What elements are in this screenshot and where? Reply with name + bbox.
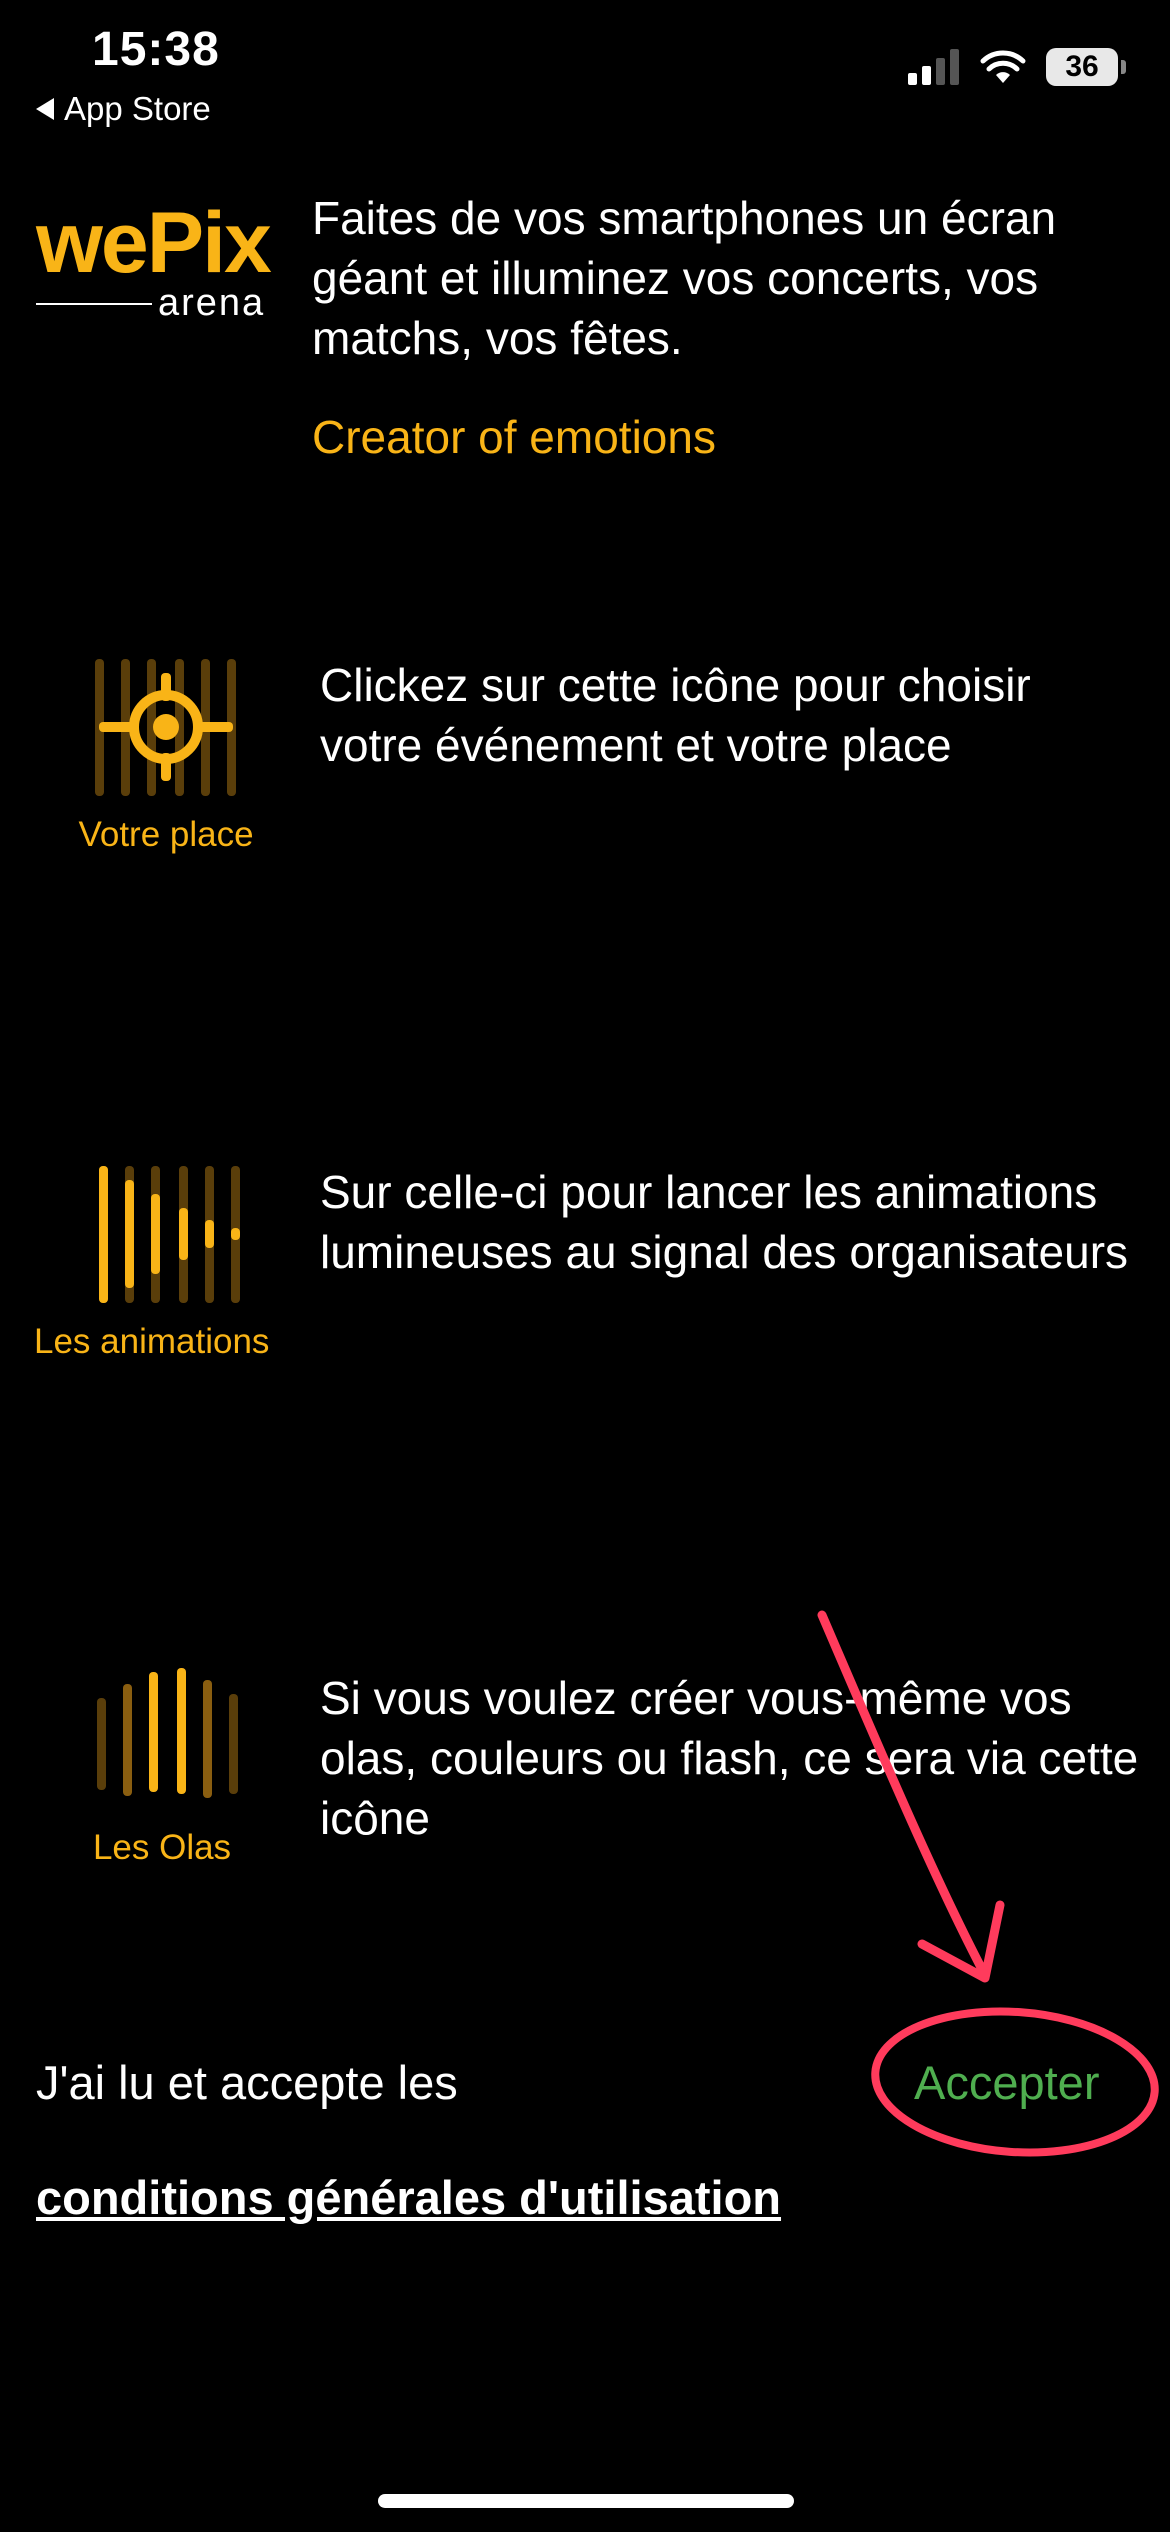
annotation-overlay xyxy=(817,1610,1159,2157)
annotation-arrowhead-icon xyxy=(917,1900,1005,1983)
home-indicator[interactable] xyxy=(378,2494,794,2508)
annotation-arrow-icon xyxy=(817,1610,990,1980)
annotation-circle-icon xyxy=(871,2007,1159,2157)
